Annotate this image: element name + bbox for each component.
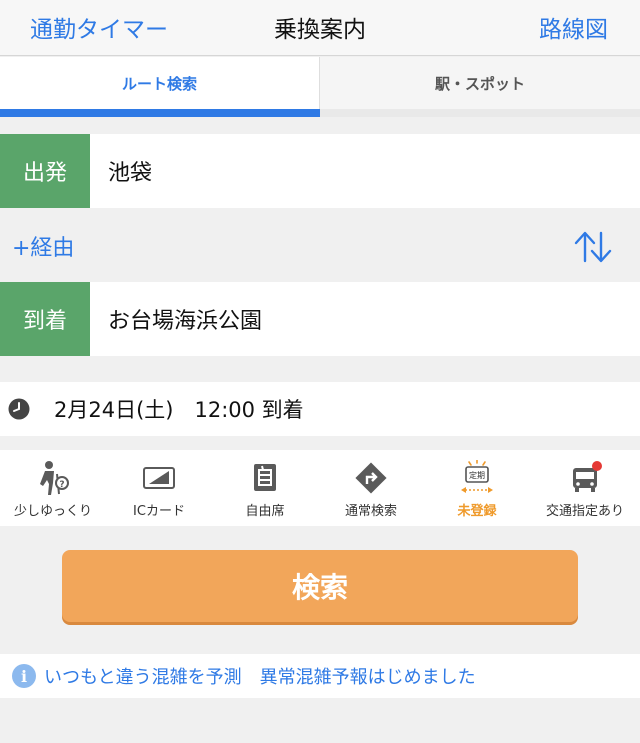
tab-bar: ルート検索 駅・スポット [0,57,640,117]
add-via-button[interactable]: +経由 [12,230,74,262]
commute-timer-link[interactable]: 通勤タイマー [30,10,168,44]
active-tab-indicator [0,109,320,117]
notice-link[interactable]: いつもと違う混雑を予測 異常混雑予報はじめました [44,654,476,698]
tab-station-spot[interactable]: 駅・スポット [320,57,640,109]
option-label: 未登録 [457,504,497,519]
option-ic-card[interactable]: ICカード [106,450,212,526]
info-icon: i [12,664,36,688]
nav-bar: 通勤タイマー 乗換案内 路線図 [0,0,640,56]
tab-route-search[interactable]: ルート検索 [0,57,320,109]
arrival-label: 到着 [0,282,90,356]
option-label: 通常検索 [344,504,397,519]
option-search-mode[interactable]: 通常検索 [318,450,424,526]
option-transport-filter[interactable]: 交通指定あり [530,450,640,526]
option-label: 交通指定あり [545,504,624,519]
ic-card-icon [143,467,175,489]
clock-icon [8,398,30,420]
search-button[interactable]: 検索 [62,550,578,622]
arrival-row[interactable]: 到着 お台場海浜公園 [0,282,640,356]
bus-icon [573,461,602,492]
search-options-bar: ? 少しゆっくり ICカード 自由席 通常検索 定期 未登録 交通指定あり [0,450,640,526]
departure-row[interactable]: 出発 池袋 [0,134,640,208]
reserved-seat-icon [254,464,276,491]
route-map-link[interactable]: 路線図 [539,10,608,44]
option-commuter-pass[interactable]: 定期 未登録 [424,450,530,526]
option-label: 自由席 [245,504,285,519]
option-seat-type[interactable]: 自由席 [212,450,318,526]
via-row: +経由 [0,210,640,282]
datetime-value[interactable]: 2月24日(土) 12:00 到着 [54,382,304,436]
option-label: ICカード [133,504,185,519]
option-walking-speed[interactable]: ? 少しゆっくり [0,450,106,526]
walking-person-icon: ? [40,461,69,495]
swap-arrows-icon[interactable] [572,230,614,264]
departure-station-field[interactable]: 池袋 [108,134,152,208]
option-label: 少しゆっくり [13,504,92,519]
departure-label: 出発 [0,134,90,208]
svg-text:?: ? [59,480,64,490]
commuter-pass-icon: 定期 [461,460,493,493]
datetime-row[interactable]: 2月24日(土) 12:00 到着 [0,382,640,436]
congestion-notice[interactable]: i いつもと違う混雑を予測 異常混雑予報はじめました [0,654,640,698]
route-sign-icon [355,462,387,494]
arrival-station-field[interactable]: お台場海浜公園 [108,282,262,356]
commuter-pass-badge: 定期 [469,470,485,480]
